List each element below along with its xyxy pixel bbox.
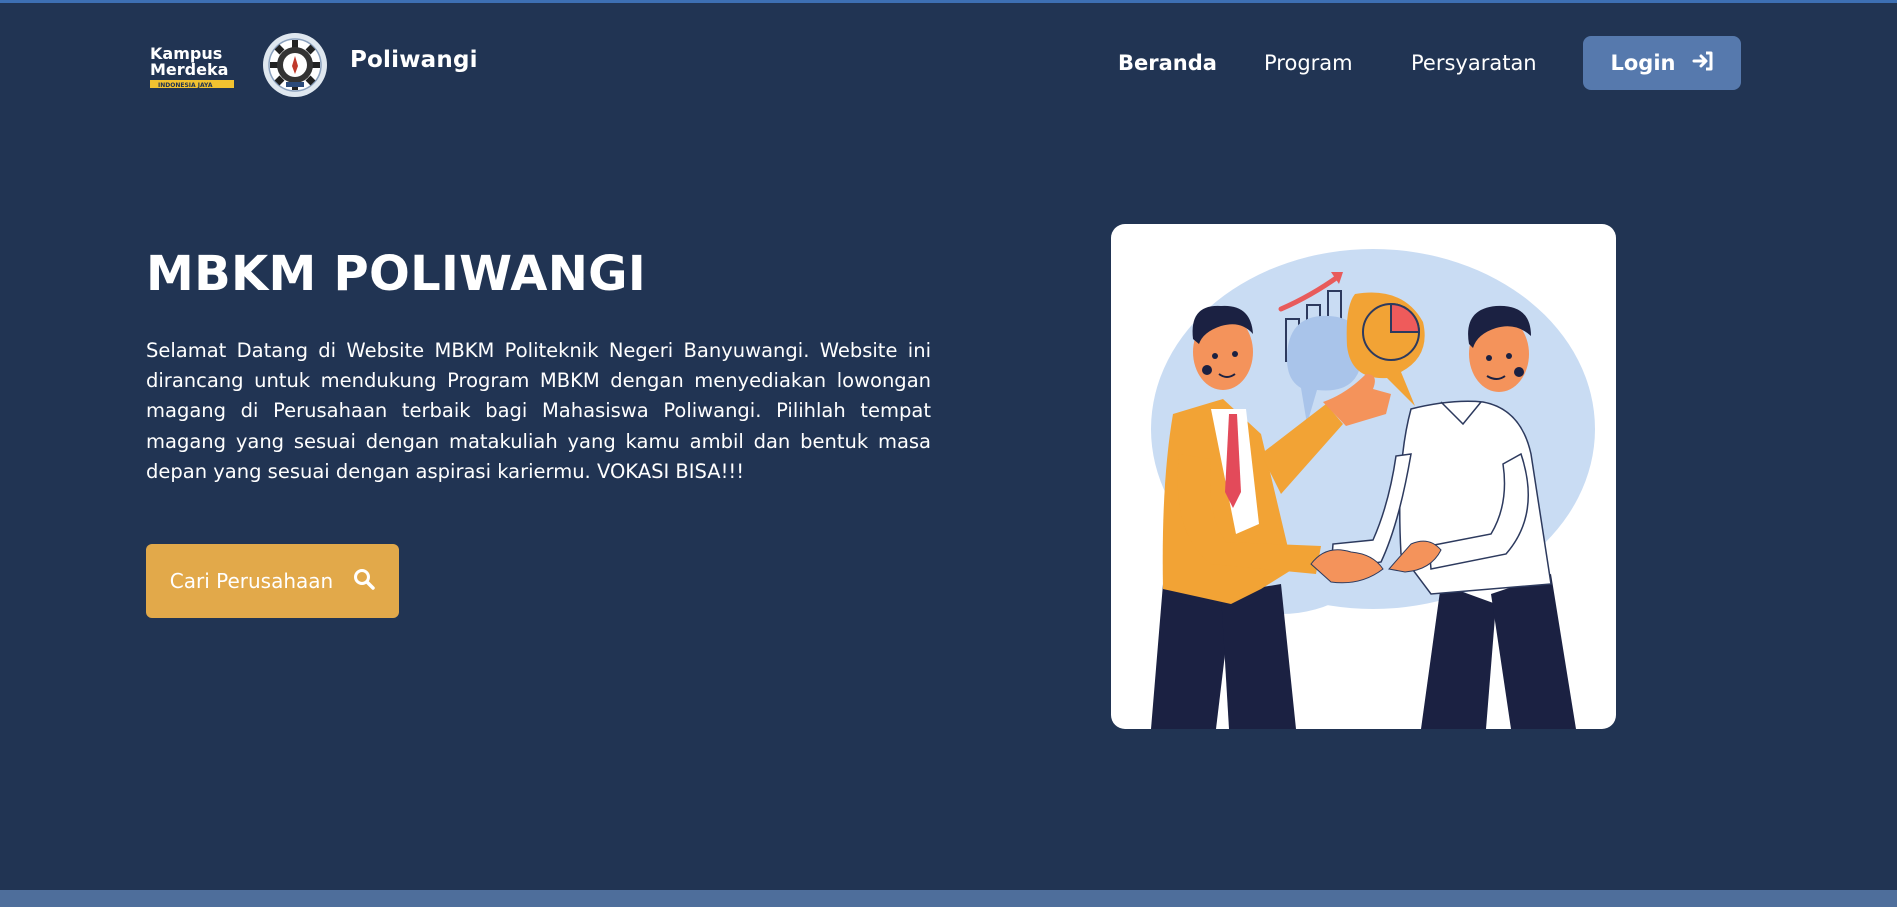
search-icon: [353, 568, 375, 595]
cta-button-label: Cari Perusahaan: [169, 569, 334, 593]
svg-text:Merdeka: Merdeka: [150, 60, 228, 79]
handshake-illustration: [1111, 224, 1616, 729]
cari-perusahaan-button[interactable]: Cari Perusahaan: [146, 544, 399, 618]
hero-title: MBKM POLIWANGI: [146, 246, 647, 302]
navbar: Kampus Merdeka INDONESIA JAYA Poliwangi …: [0, 0, 1897, 125]
nav-link-beranda[interactable]: Beranda: [1118, 51, 1217, 75]
sign-in-icon: [1692, 51, 1714, 76]
login-button[interactable]: Login: [1583, 36, 1741, 90]
nav-link-persyaratan[interactable]: Persyaratan: [1411, 51, 1537, 75]
brand-name[interactable]: Poliwangi: [350, 47, 478, 73]
poliwangi-logo[interactable]: [262, 32, 328, 98]
svg-text:INDONESIA JAYA: INDONESIA JAYA: [158, 82, 213, 89]
bottom-strip: [0, 890, 1897, 907]
kampus-merdeka-logo[interactable]: Kampus Merdeka INDONESIA JAYA: [148, 42, 236, 92]
login-button-label: Login: [1610, 51, 1676, 75]
nav-link-program[interactable]: Program: [1264, 51, 1353, 75]
hero-description: Selamat Datang di Website MBKM Politekni…: [146, 339, 931, 483]
